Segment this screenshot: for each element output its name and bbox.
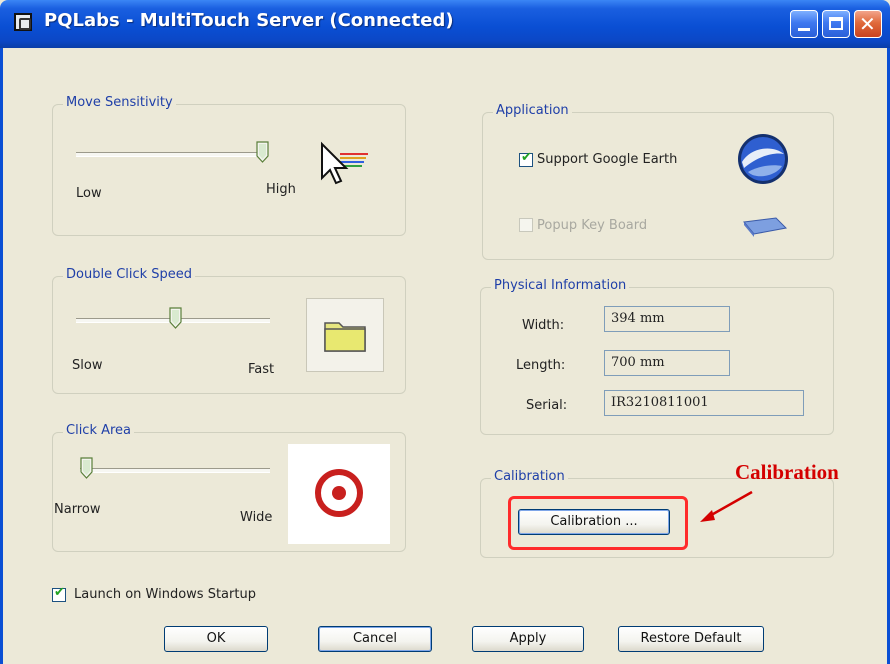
launch-on-startup-checkbox[interactable]: ✔	[52, 585, 66, 602]
move-sensitivity-low-label: Low	[76, 186, 102, 201]
annotation-arrow-icon	[700, 490, 753, 522]
move-sensitivity-high-label: High	[266, 182, 296, 197]
move-sensitivity-track[interactable]	[76, 152, 266, 157]
click-area-slider-thumb[interactable]	[80, 457, 93, 479]
popup-keyboard-checkbox[interactable]	[519, 218, 533, 232]
mouse-cursor-motion-icon	[321, 141, 368, 185]
app-icon	[14, 13, 32, 31]
length-field[interactable]: 700 mm	[604, 350, 730, 376]
move-sensitivity-legend: Move Sensitivity	[63, 95, 176, 110]
double-click-test-area[interactable]	[306, 298, 384, 372]
minimize-button[interactable]	[790, 10, 818, 38]
move-sensitivity-slider-thumb[interactable]	[256, 141, 269, 163]
length-label: Length:	[516, 358, 566, 373]
google-earth-icon	[738, 134, 788, 184]
double-click-speed-legend: Double Click Speed	[63, 267, 196, 282]
maximize-button[interactable]	[822, 10, 850, 38]
launch-on-startup-label[interactable]: Launch on Windows Startup	[74, 587, 256, 602]
check-icon: ✔	[54, 585, 65, 600]
serial-field[interactable]: IR3210811001	[604, 390, 804, 416]
maximize-icon	[829, 17, 843, 30]
click-area-narrow-label: Narrow	[54, 502, 101, 517]
width-label: Width:	[522, 318, 565, 333]
keyboard-icon	[743, 217, 788, 237]
title-bar[interactable]: PQLabs - MultiTouch Server (Connected) ✕	[0, 0, 890, 48]
serial-label: Serial:	[526, 398, 568, 413]
physical-information-legend: Physical Information	[491, 278, 630, 293]
close-button[interactable]: ✕	[854, 10, 882, 38]
target-icon	[315, 469, 363, 517]
minimize-icon	[798, 28, 810, 31]
folder-icon	[324, 322, 366, 352]
click-area-wide-label: Wide	[240, 510, 273, 525]
cancel-button[interactable]: Cancel	[318, 626, 432, 652]
calibration-annotation: Calibration	[735, 460, 839, 484]
apply-button[interactable]: Apply	[472, 626, 584, 652]
click-area-track[interactable]	[80, 468, 270, 473]
window-title: PQLabs - MultiTouch Server (Connected)	[44, 10, 454, 31]
support-google-earth-label[interactable]: Support Google Earth	[537, 152, 677, 167]
restore-default-button[interactable]: Restore Default	[618, 626, 764, 652]
support-google-earth-checkbox[interactable]: ✔	[519, 150, 533, 167]
width-field[interactable]: 394 mm	[604, 306, 730, 332]
popup-keyboard-label[interactable]: Popup Key Board	[537, 218, 647, 233]
check-icon: ✔	[521, 150, 532, 165]
close-icon: ✕	[859, 12, 876, 36]
application-legend: Application	[493, 103, 572, 118]
ok-button[interactable]: OK	[164, 626, 268, 652]
click-area-legend: Click Area	[63, 423, 135, 438]
double-click-speed-slider-thumb[interactable]	[169, 307, 182, 329]
double-click-speed-slow-label: Slow	[72, 358, 103, 373]
double-click-speed-fast-label: Fast	[248, 362, 275, 377]
calibration-highlight-box	[508, 496, 688, 550]
click-area-preview[interactable]	[288, 444, 390, 544]
calibration-legend: Calibration	[491, 469, 568, 484]
